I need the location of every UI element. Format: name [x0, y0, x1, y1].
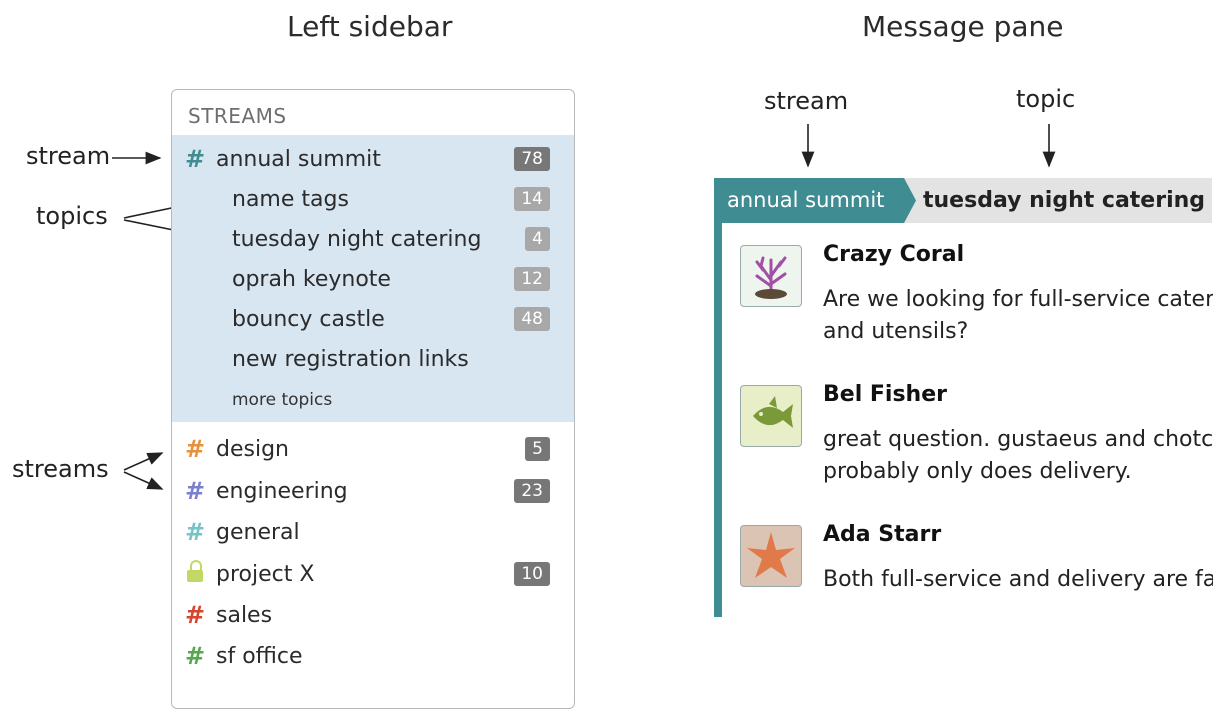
topic-row[interactable]: name tags 14 — [172, 179, 574, 219]
unread-count-badge: 48 — [514, 307, 550, 331]
recipient-topic-label[interactable]: tuesday night catering — [923, 178, 1205, 223]
more-topics-label: more topics — [232, 390, 333, 410]
topic-name: tuesday night catering — [232, 226, 482, 252]
stream-row-design[interactable]: # design 5 — [172, 429, 574, 469]
message-text: and utensils? — [823, 319, 969, 344]
starfish-icon[interactable] — [740, 525, 802, 587]
stream-row-general[interactable]: # general — [172, 512, 574, 552]
coral-icon[interactable] — [740, 245, 802, 307]
stream-row-sf-office[interactable]: # sf office — [172, 636, 574, 676]
topic-name: oprah keynote — [232, 266, 391, 292]
stream-row-sales[interactable]: # sales — [172, 595, 574, 635]
hash-icon: # — [185, 518, 206, 546]
streams-arrow-1 — [123, 452, 164, 471]
stream-name: engineering — [216, 478, 348, 504]
topic-row[interactable]: new registration links — [172, 339, 574, 379]
hash-icon: # — [185, 477, 206, 505]
lock-icon — [187, 560, 203, 582]
topic-name: bouncy castle — [232, 306, 385, 332]
recipient-stream-label[interactable]: annual summit — [714, 178, 916, 223]
hash-icon: # — [185, 145, 206, 173]
message-sender[interactable]: Bel Fisher — [823, 382, 947, 407]
more-topics-link[interactable]: more topics — [172, 380, 574, 420]
hash-icon: # — [185, 642, 206, 670]
stream-row-project-x[interactable]: project X 10 — [172, 554, 574, 594]
topic-row[interactable]: oprah keynote 12 — [172, 259, 574, 299]
hash-icon: # — [185, 601, 206, 629]
stream-color-border — [714, 223, 722, 617]
streams-sidebar: STREAMS # annual summit 78 name tags 14 … — [171, 89, 575, 709]
topic-name: name tags — [232, 186, 349, 212]
stream-name: design — [216, 436, 289, 462]
message-recipient-bar: annual summit tuesday night catering — [714, 178, 1212, 223]
message-text: Both full-service and delivery are fai — [823, 567, 1213, 592]
stream-name: sales — [216, 602, 273, 628]
unread-count-badge: 23 — [514, 479, 550, 503]
message-text: Are we looking for full-service cateri — [823, 287, 1213, 312]
unread-count-badge: 4 — [525, 227, 550, 251]
topic-row[interactable]: tuesday night catering 4 — [172, 219, 574, 259]
message-text: probably only does delivery. — [823, 459, 1132, 484]
stream-name: sf office — [216, 643, 303, 669]
unread-count-badge: 12 — [514, 267, 550, 291]
streams-header: STREAMS — [188, 104, 287, 128]
stream-row-annual-summit[interactable]: # annual summit 78 — [172, 139, 574, 179]
hash-icon: # — [185, 435, 206, 463]
streams-arrow-2 — [123, 471, 164, 490]
message-sender[interactable]: Ada Starr — [823, 522, 941, 547]
topic-row[interactable]: bouncy castle 48 — [172, 299, 574, 339]
unread-count-badge: 78 — [514, 147, 550, 171]
message-sender[interactable]: Crazy Coral — [823, 242, 964, 267]
unread-count-badge: 5 — [525, 437, 550, 461]
unread-count-badge: 14 — [514, 187, 550, 211]
fish-icon[interactable] — [740, 385, 802, 447]
stream-name: project X — [216, 561, 315, 587]
stream-name: general — [216, 519, 300, 545]
topic-name: new registration links — [232, 346, 469, 372]
message-text: great question. gustaeus and chotch — [823, 427, 1213, 452]
stream-name: annual summit — [216, 146, 381, 172]
stream-row-engineering[interactable]: # engineering 23 — [172, 471, 574, 511]
unread-count-badge: 10 — [514, 562, 550, 586]
